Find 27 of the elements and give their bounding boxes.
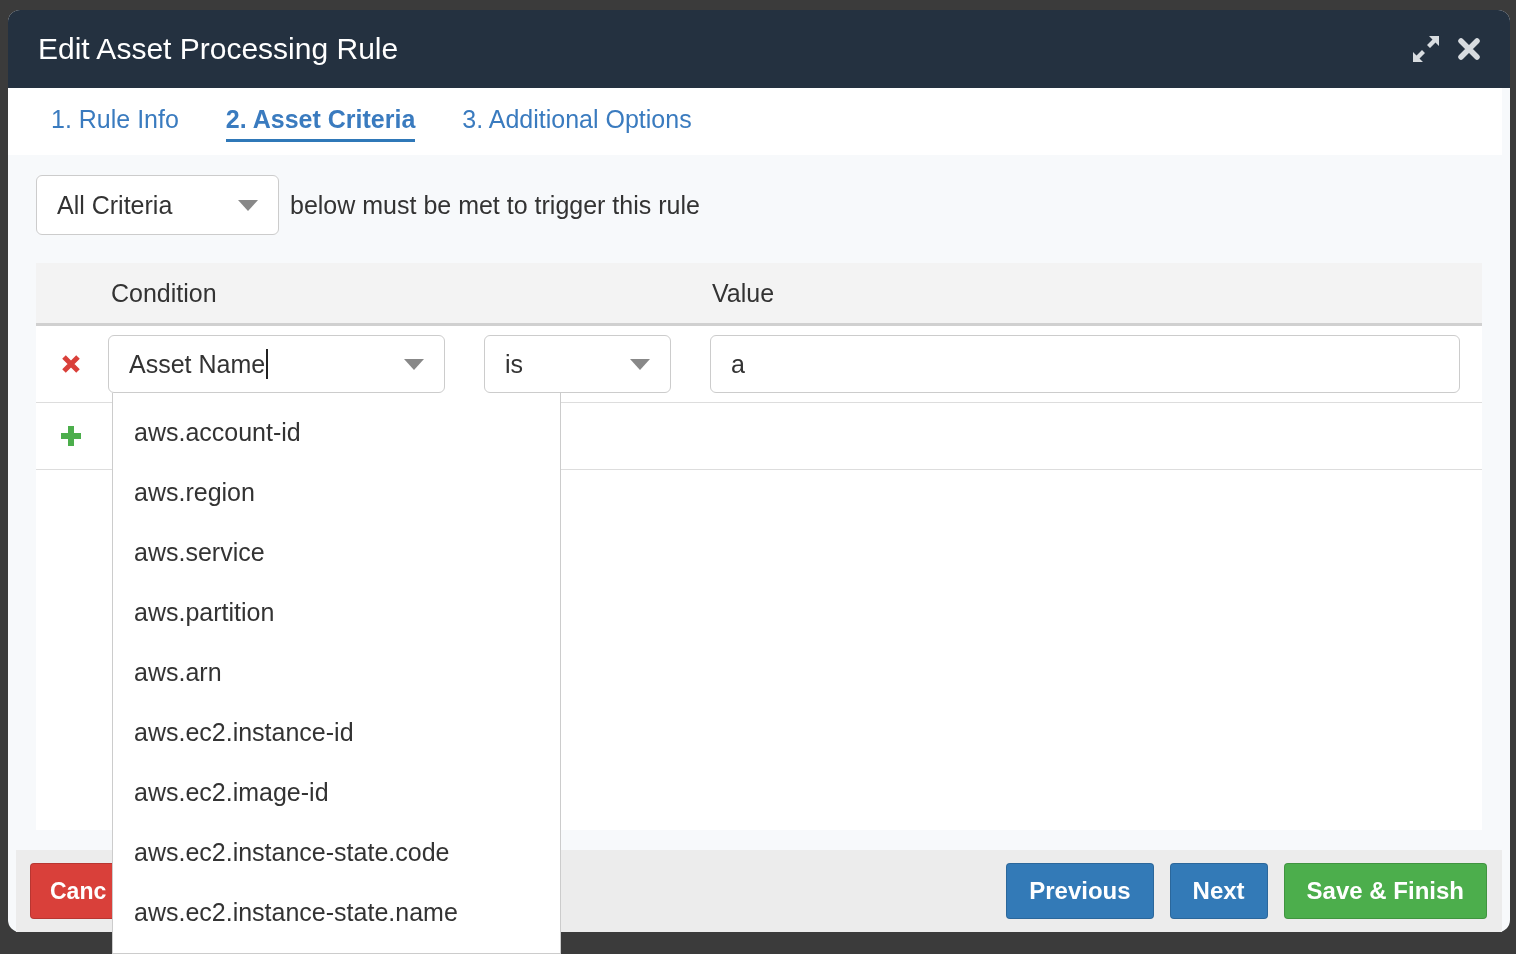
column-header: Value — [712, 278, 775, 308]
wizard-tab[interactable]: 3. Additional Options — [462, 101, 692, 142]
add-icon[interactable] — [59, 425, 82, 447]
dialog-title: Edit Asset Processing Rule — [38, 32, 400, 66]
dropdown-option[interactable]: aws.arn — [113, 642, 560, 702]
dropdown-option[interactable]: aws.ec2.image-id — [113, 762, 560, 822]
dropdown-option[interactable]: aws.service — [113, 522, 560, 582]
criteria-hint: below must be met to trigger this rule — [290, 190, 700, 220]
condition-dropdown[interactable]: Asset Name — [108, 335, 445, 393]
caret-icon — [238, 199, 258, 211]
dropdown-option[interactable]: aws.region — [113, 462, 560, 522]
dropdown-option[interactable]: aws.ec2.instance-id — [113, 702, 560, 762]
caret-icon — [404, 358, 424, 370]
caret-icon — [630, 358, 650, 370]
criteria-dropdown[interactable]: All Criteria — [36, 175, 279, 235]
expand-icon[interactable] — [1412, 35, 1440, 63]
wizard-tab[interactable]: 2. Asset Criteria — [225, 101, 416, 142]
close-icon[interactable] — [1458, 38, 1480, 60]
operator-dropdown[interactable]: is — [484, 335, 671, 393]
wizard-tab[interactable]: 1. Rule Info — [51, 101, 179, 142]
value-field[interactable]: a — [710, 335, 1460, 393]
dropdown-option[interactable]: aws.partition — [113, 582, 560, 642]
nav-button[interactable]: Previous — [1006, 863, 1154, 919]
column-header: Condition — [111, 278, 218, 308]
nav-button[interactable]: Next — [1169, 863, 1268, 919]
dropdown-option[interactable]: aws.account-id — [113, 402, 560, 462]
delete-icon[interactable] — [61, 355, 80, 373]
